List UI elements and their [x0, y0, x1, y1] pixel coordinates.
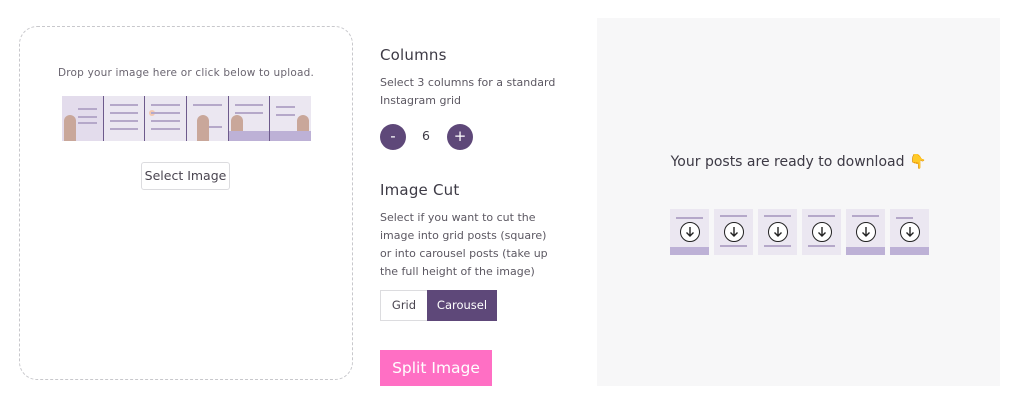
carousel-option[interactable]: Carousel	[427, 290, 497, 321]
post-tile[interactable]	[670, 209, 709, 255]
columns-description: Select 3 columns for a standard Instagra…	[380, 76, 556, 107]
thumbnail-tile	[187, 96, 228, 141]
post-tile[interactable]	[846, 209, 885, 255]
download-icon[interactable]	[767, 222, 788, 242]
post-list	[670, 209, 929, 255]
ready-text: Your posts are ready to download	[670, 154, 905, 170]
thumbnail-tile	[103, 96, 145, 141]
split-image-button[interactable]: Split Image	[380, 350, 492, 386]
download-icon[interactable]	[855, 222, 876, 242]
download-icon[interactable]	[899, 222, 920, 242]
download-icon[interactable]	[723, 222, 744, 242]
upload-dropzone[interactable]: Drop your image here or click below to u…	[19, 26, 353, 380]
download-icon[interactable]	[679, 222, 700, 242]
image-cut-description: Select if you want to cut the image into…	[380, 211, 548, 278]
preview-panel: Your posts are ready to download 👇	[597, 18, 1000, 386]
column-count: 6	[422, 128, 430, 143]
post-tile[interactable]	[714, 209, 753, 255]
post-tile[interactable]	[758, 209, 797, 255]
drop-instructions: Drop your image here or click below to u…	[57, 67, 315, 79]
pointing-down-emoji: 👇	[908, 154, 927, 170]
ready-message: Your posts are ready to download 👇	[597, 154, 1000, 170]
image-cut-heading: Image Cut	[380, 181, 460, 199]
post-tile[interactable]	[890, 209, 929, 255]
select-image-button[interactable]: Select Image	[141, 162, 230, 190]
increase-columns-button[interactable]: +	[447, 124, 473, 150]
thumbnail-tile	[228, 96, 270, 141]
grid-option[interactable]: Grid	[380, 290, 427, 321]
thumbnail-tile	[62, 96, 103, 141]
download-icon[interactable]	[811, 222, 832, 242]
uploaded-image-thumbnail	[62, 96, 312, 141]
decrease-columns-button[interactable]: -	[380, 124, 406, 150]
columns-heading: Columns	[380, 46, 447, 64]
cut-mode-toggle: Grid Carousel	[380, 290, 497, 321]
post-tile[interactable]	[802, 209, 841, 255]
thumbnail-tile	[270, 96, 312, 141]
thumbnail-tile	[145, 96, 187, 141]
